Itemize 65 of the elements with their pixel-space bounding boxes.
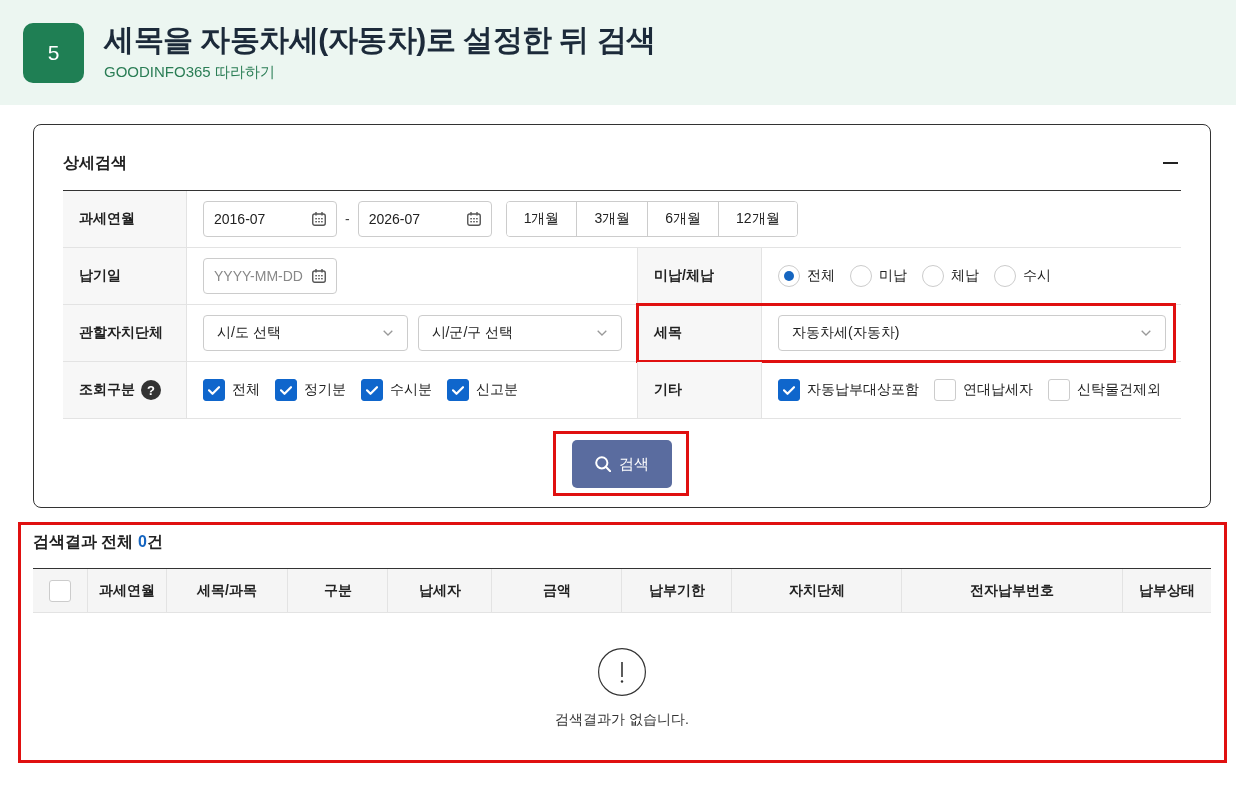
dropdown[interactable]: 시/도 선택 xyxy=(203,315,408,351)
radio-button[interactable] xyxy=(778,265,800,287)
radio-label[interactable]: 체납 xyxy=(951,267,979,285)
checkbox-label[interactable]: 전체 xyxy=(232,381,260,399)
radio-button[interactable] xyxy=(922,265,944,287)
checkbox-label[interactable]: 신탁물건제외 xyxy=(1077,381,1161,399)
column-header: 세목/과목 xyxy=(166,569,287,612)
checkbox[interactable] xyxy=(361,379,383,401)
checkbox-label[interactable]: 연대납세자 xyxy=(963,381,1033,399)
checkbox[interactable] xyxy=(275,379,297,401)
column-header: 자치단체 xyxy=(731,569,901,612)
check-icon xyxy=(452,385,464,395)
field-label: 미납/체납 xyxy=(654,267,714,285)
check-icon xyxy=(783,385,795,395)
field-label: 납기일 xyxy=(79,267,121,285)
field-label: 조회구분 xyxy=(79,381,135,399)
radio-label[interactable]: 수시 xyxy=(1023,267,1051,285)
month-field[interactable]: 2026-07 xyxy=(357,201,492,237)
check-icon xyxy=(280,385,292,395)
check-icon xyxy=(208,385,220,395)
calendar-icon[interactable] xyxy=(312,269,326,283)
period-button[interactable]: 1개월 xyxy=(506,202,578,236)
checkbox[interactable] xyxy=(203,379,225,401)
column-header: 금액 xyxy=(491,569,621,612)
field-label: 관할자치단체 xyxy=(79,324,163,342)
results-title: 검색결과 전체 0건 xyxy=(33,532,163,552)
chevron-down-icon xyxy=(1141,330,1151,336)
empty-message: 검색결과가 없습니다. xyxy=(555,710,689,729)
checkbox[interactable] xyxy=(447,379,469,401)
checkbox[interactable] xyxy=(778,379,800,401)
page-title: 세목을 자동차세(자동차)로 설정한 뒤 검색 xyxy=(104,21,656,58)
alert-icon xyxy=(598,648,646,696)
checkbox-label[interactable]: 자동납부대상포함 xyxy=(807,381,919,399)
checkbox-label[interactable]: 정기분 xyxy=(304,381,346,399)
column-header: 납세자 xyxy=(387,569,491,612)
checkbox-label[interactable]: 신고분 xyxy=(476,381,518,399)
column-header: 납부상태 xyxy=(1122,569,1211,612)
radio-label[interactable]: 전체 xyxy=(807,267,835,285)
radio-button[interactable] xyxy=(994,265,1016,287)
search-button[interactable]: 검색 xyxy=(572,440,672,488)
dropdown[interactable]: 자동차세(자동차) xyxy=(778,315,1166,351)
radio-label[interactable]: 미납 xyxy=(879,267,907,285)
checkbox-label[interactable]: 수시분 xyxy=(390,381,432,399)
column-header: 구분 xyxy=(287,569,387,612)
month-field[interactable]: 2016-07 xyxy=(203,201,337,237)
date-field[interactable]: YYYY-MM-DD xyxy=(203,258,337,294)
field-label: 기타 xyxy=(654,381,682,399)
calendar-icon[interactable] xyxy=(466,212,481,226)
panel-title: 상세검색 xyxy=(63,153,127,173)
dropdown[interactable]: 시/군/구 선택 xyxy=(417,315,622,351)
search-icon xyxy=(595,456,611,472)
calendar-icon[interactable] xyxy=(312,212,326,226)
chevron-down-icon xyxy=(597,330,607,336)
radio-button[interactable] xyxy=(850,265,872,287)
page-subtitle: GOODINFO365 따라하기 xyxy=(104,61,276,82)
column-header: 납부기한 xyxy=(621,569,731,612)
chevron-down-icon xyxy=(382,330,393,336)
field-label: 과세연월 xyxy=(79,210,135,228)
step-badge: 5 xyxy=(23,22,84,83)
help-icon[interactable]: ? xyxy=(141,380,161,400)
check-icon xyxy=(366,385,378,395)
column-header: 과세연월 xyxy=(87,569,166,612)
field-label: 세목 xyxy=(654,324,682,342)
range-separator: - xyxy=(345,211,350,227)
column-header: 전자납부번호 xyxy=(901,569,1122,612)
